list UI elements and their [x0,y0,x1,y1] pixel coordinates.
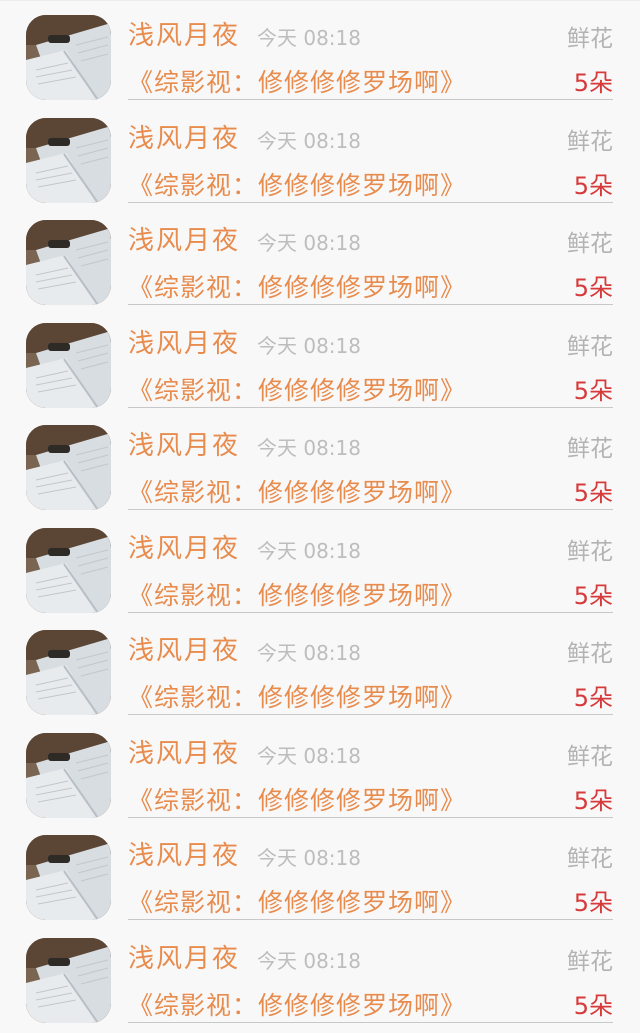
open-book-avatar-icon [26,322,111,408]
timestamp: 今天 08:18 [257,743,361,768]
user-name[interactable]: 浅风月夜 [128,323,240,360]
user-avatar[interactable] [26,220,111,305]
gift-amount: 5朵 [573,479,613,507]
list-item[interactable]: 浅风月夜 今天 08:18 鲜花 《综影视：修修修修罗场啊》 5朵 [0,821,640,924]
book-title[interactable]: 《综影视：修修修修罗场啊》 [128,371,466,407]
user-avatar[interactable] [26,527,111,613]
gift-amount: 5朵 [573,69,613,97]
book-title[interactable]: 《综影视：修修修修罗场啊》 [128,268,466,304]
list-item[interactable]: 浅风月夜 今天 08:18 鲜花 《综影视：修修修修罗场啊》 5朵 [0,411,640,514]
list-item[interactable]: 浅风月夜 今天 08:18 鲜花 《综影视：修修修修罗场啊》 5朵 [0,924,640,1027]
gift-amount: 5朵 [573,274,613,302]
gift-type-label: 鲜花 [567,26,613,52]
user-name[interactable]: 浅风月夜 [128,220,240,257]
gift-amount: 5朵 [573,889,613,917]
user-name[interactable]: 浅风月夜 [128,118,240,155]
gift-amount: 5朵 [573,171,613,200]
row-divider [128,99,613,100]
gift-amount: 5朵 [573,581,613,610]
user-avatar[interactable] [26,732,111,818]
gift-type-label: 鲜花 [567,231,613,257]
gift-type-label: 鲜花 [567,333,613,360]
open-book-avatar-icon [26,425,111,510]
user-avatar[interactable] [26,15,111,100]
book-title[interactable]: 《综影视：修修修修罗场啊》 [128,883,466,919]
user-avatar[interactable] [26,425,111,510]
list-item[interactable]: 浅风月夜 今天 08:18 鲜花 《综影视：修修修修罗场啊》 5朵 [0,206,640,309]
gift-amount: 5朵 [573,991,613,1020]
timestamp: 今天 08:18 [257,333,361,358]
user-avatar[interactable] [26,835,111,920]
row-divider [128,919,613,920]
open-book-avatar-icon [26,630,111,715]
gift-type-label: 鲜花 [567,641,613,667]
user-name[interactable]: 浅风月夜 [128,15,240,52]
gift-type-label: 鲜花 [567,948,613,975]
book-title[interactable]: 《综影视：修修修修罗场啊》 [128,576,466,612]
timestamp: 今天 08:18 [257,231,361,255]
open-book-avatar-icon [26,527,111,613]
book-title[interactable]: 《综影视：修修修修罗场啊》 [128,986,466,1022]
open-book-avatar-icon [26,835,111,920]
user-avatar[interactable] [26,322,111,408]
list-item[interactable]: 浅风月夜 今天 08:18 鲜花 《综影视：修修修修罗场啊》 5朵 [0,1,640,104]
list-item[interactable]: 浅风月夜 今天 08:18 鲜花 《综影视：修修修修罗场啊》 5朵 [0,719,640,822]
user-avatar[interactable] [26,937,111,1023]
gift-amount: 5朵 [573,684,613,712]
gift-amount: 5朵 [573,376,613,405]
gift-type-label: 鲜花 [567,128,613,155]
user-name[interactable]: 浅风月夜 [128,733,240,770]
book-title[interactable]: 《综影视：修修修修罗场啊》 [128,678,466,714]
row-divider [128,611,613,613]
open-book-avatar-icon [26,117,111,203]
gift-type-label: 鲜花 [567,538,613,565]
book-title[interactable]: 《综影视：修修修修罗场啊》 [128,166,466,202]
gift-type-label: 鲜花 [567,436,613,462]
timestamp: 今天 08:18 [257,436,361,460]
gift-amount: 5朵 [573,786,613,815]
row-divider [128,406,613,408]
list-item[interactable]: 浅风月夜 今天 08:18 鲜花 《综影视：修修修修罗场啊》 5朵 [0,514,640,617]
user-name[interactable]: 浅风月夜 [128,630,240,667]
gift-record-list[interactable]: 浅风月夜 今天 08:18 鲜花 《综影视：修修修修罗场啊》 5朵 浅风月夜 今… [0,0,640,1033]
timestamp: 今天 08:18 [257,538,361,563]
row-divider [128,201,613,203]
open-book-avatar-icon [26,937,111,1023]
row-divider [128,1021,613,1023]
list-item[interactable]: 浅风月夜 今天 08:18 鲜花 《综影视：修修修修罗场啊》 5朵 [0,104,640,207]
user-avatar[interactable] [26,117,111,203]
timestamp: 今天 08:18 [257,641,361,665]
open-book-avatar-icon [26,732,111,818]
row-divider [128,509,613,510]
open-book-avatar-icon [26,220,111,305]
user-avatar[interactable] [26,630,111,715]
row-divider [128,714,613,715]
timestamp: 今天 08:18 [257,128,361,153]
book-title[interactable]: 《综影视：修修修修罗场啊》 [128,63,466,99]
user-name[interactable]: 浅风月夜 [128,938,240,975]
list-item[interactable]: 浅风月夜 今天 08:18 鲜花 《综影视：修修修修罗场啊》 5朵 [0,309,640,412]
book-title[interactable]: 《综影视：修修修修罗场啊》 [128,473,466,509]
user-name[interactable]: 浅风月夜 [128,528,240,565]
user-name[interactable]: 浅风月夜 [128,425,240,462]
user-name[interactable]: 浅风月夜 [128,835,240,872]
row-divider [128,304,613,305]
open-book-avatar-icon [26,15,111,100]
list-item[interactable]: 浅风月夜 今天 08:18 鲜花 《综影视：修修修修罗场啊》 5朵 [0,616,640,719]
timestamp: 今天 08:18 [257,26,361,50]
book-title[interactable]: 《综影视：修修修修罗场啊》 [128,781,466,817]
row-divider [128,816,613,818]
gift-type-label: 鲜花 [567,743,613,770]
timestamp: 今天 08:18 [257,846,361,870]
timestamp: 今天 08:18 [257,948,361,973]
gift-type-label: 鲜花 [567,846,613,872]
